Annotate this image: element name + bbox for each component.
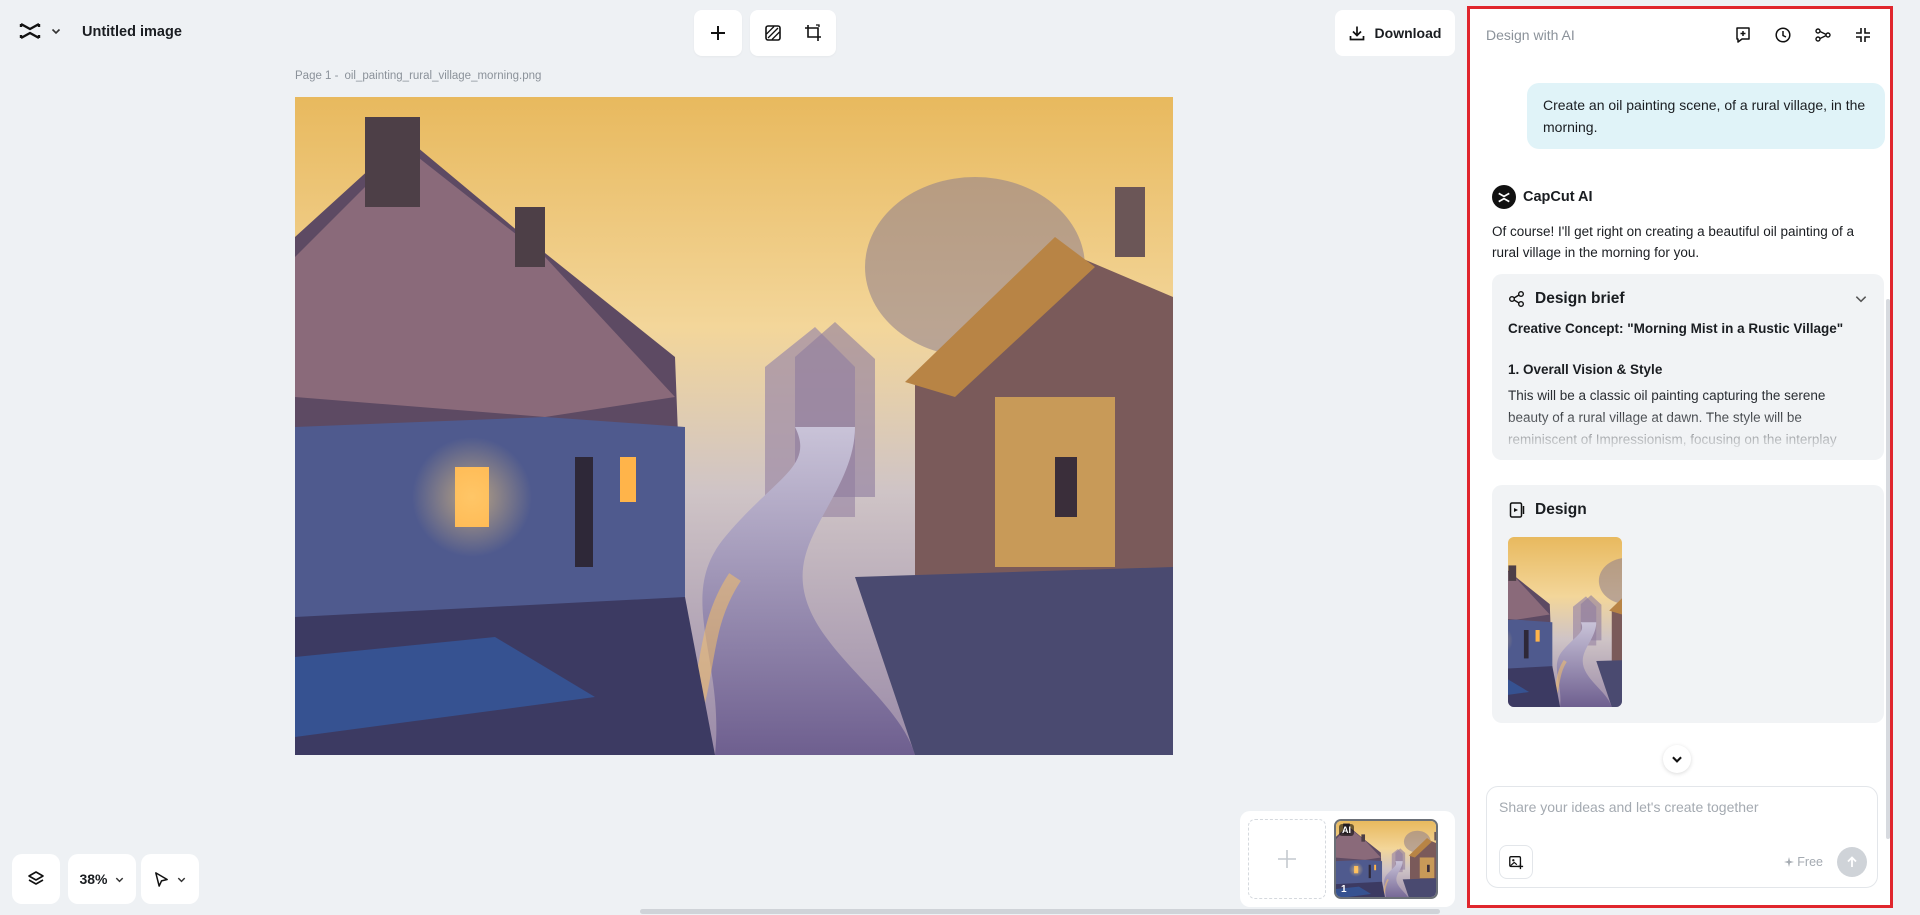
resize-button[interactable]	[800, 20, 826, 46]
layers-icon	[27, 870, 45, 888]
pointer-icon	[153, 871, 170, 888]
design-card: Design	[1492, 485, 1884, 723]
add-toolbar	[694, 10, 742, 56]
ai-name: CapCut AI	[1523, 189, 1593, 205]
history-button[interactable]	[1770, 22, 1796, 48]
design-with-ai-panel: Design with AI Create an oil painting sc…	[1467, 6, 1893, 908]
image-tools-toolbar	[750, 10, 836, 56]
page-thumbnail[interactable]: AI 1	[1334, 819, 1438, 899]
page-prefix: Page 1 -	[295, 70, 339, 82]
panel-title: Design with AI	[1486, 27, 1575, 43]
attach-image-button[interactable]	[1499, 845, 1533, 879]
brief-section-heading: 1. Overall Vision & Style	[1508, 362, 1663, 377]
generated-design-thumbnail[interactable]	[1508, 537, 1622, 707]
chevron-down-icon	[1670, 752, 1684, 766]
brief-fade	[1492, 410, 1884, 460]
free-label: Free	[1784, 855, 1823, 869]
plus-icon	[709, 24, 727, 42]
brief-concept: Creative Concept: "Morning Mist in a Rus…	[1508, 321, 1844, 336]
document-title[interactable]: Untitled image	[82, 24, 182, 40]
page-file-name: oil_painting_rural_village_morning.png	[344, 70, 542, 82]
chat-composer: Free	[1486, 786, 1878, 888]
add-page-button[interactable]	[1248, 819, 1326, 899]
zoom-control[interactable]: 38%	[68, 854, 136, 904]
design-brief-card[interactable]: Design brief Creative Concept: "Morning …	[1492, 274, 1884, 460]
send-button[interactable]	[1837, 847, 1867, 877]
capcut-logo-icon	[18, 20, 42, 42]
design-title: Design	[1535, 501, 1587, 518]
app-menu-button[interactable]	[18, 20, 62, 42]
resize-icon	[804, 24, 822, 42]
free-label-text: Free	[1797, 855, 1823, 869]
add-button[interactable]	[705, 20, 731, 46]
download-button[interactable]: Download	[1335, 10, 1455, 56]
download-label: Download	[1374, 25, 1442, 41]
history-icon	[1774, 26, 1792, 44]
panel-scrollbar[interactable]	[1886, 299, 1890, 839]
remove-background-button[interactable]	[760, 20, 786, 46]
chevron-down-icon[interactable]	[1854, 292, 1868, 306]
chat-input[interactable]	[1499, 799, 1859, 829]
design-icon	[1508, 501, 1526, 519]
page-label: Page 1 - oil_painting_rural_village_morni…	[295, 70, 541, 82]
plus-icon	[1275, 847, 1299, 871]
horizontal-scrollbar[interactable]	[640, 909, 1440, 914]
panel-header: Design with AI	[1470, 9, 1890, 61]
chevron-down-icon	[114, 874, 125, 885]
capcut-ai-avatar	[1492, 185, 1516, 209]
scroll-down-button[interactable]	[1663, 745, 1691, 773]
share-icon	[1814, 26, 1832, 44]
page-number: 1	[1341, 884, 1347, 895]
select-tool-button[interactable]	[141, 854, 199, 904]
sparkle-icon	[1784, 857, 1795, 867]
collapse-icon	[1854, 26, 1872, 44]
ai-reply: Of course! I'll get right on creating a …	[1492, 224, 1855, 260]
user-message: Create an oil painting scene, of a rural…	[1527, 83, 1885, 149]
design-brief-title: Design brief	[1535, 290, 1625, 307]
collapse-panel-button[interactable]	[1850, 22, 1876, 48]
download-icon	[1349, 25, 1365, 41]
layers-button[interactable]	[12, 854, 60, 904]
chevron-down-icon	[50, 25, 62, 37]
new-chat-button[interactable]	[1730, 22, 1756, 48]
canvas-image[interactable]	[295, 97, 1173, 755]
new-chat-icon	[1734, 26, 1752, 44]
chevron-down-icon	[176, 874, 187, 885]
add-image-icon	[1508, 854, 1524, 870]
ai-badge: AI	[1339, 824, 1354, 836]
send-arrow-icon	[1845, 855, 1859, 869]
share-button[interactable]	[1810, 22, 1836, 48]
mind-map-icon	[1508, 290, 1526, 308]
ai-message-header: CapCut AI	[1492, 185, 1593, 209]
pages-strip: AI 1	[1240, 811, 1455, 907]
zoom-level: 38%	[79, 871, 108, 887]
remove-background-icon	[764, 24, 782, 42]
